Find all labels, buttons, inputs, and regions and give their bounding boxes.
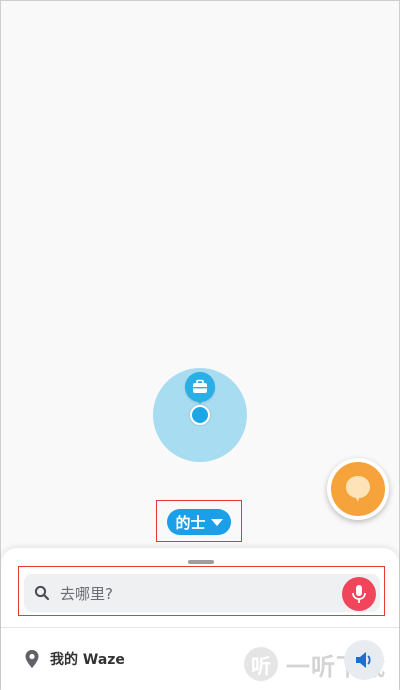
marker-tail <box>193 396 207 404</box>
voice-search-button[interactable] <box>342 577 376 611</box>
report-button[interactable] <box>327 458 389 520</box>
sound-settings-button[interactable] <box>344 640 384 680</box>
search-icon <box>34 585 50 605</box>
my-waze-button[interactable]: 我的 Waze <box>24 647 125 671</box>
location-pin-icon <box>25 650 39 668</box>
sheet-drag-handle[interactable] <box>188 560 214 564</box>
vehicle-type-label: 的士 <box>175 513 206 532</box>
my-waze-label: 我的 Waze <box>50 652 125 668</box>
report-bubble-icon <box>346 476 370 502</box>
speaker-icon <box>356 652 371 668</box>
current-location-dot <box>190 405 210 425</box>
watermark-logo: 听 <box>244 647 278 681</box>
briefcase-icon <box>193 379 207 393</box>
microphone-icon <box>352 585 366 603</box>
caret-down-icon <box>210 519 223 526</box>
search-input[interactable]: 去哪里? <box>24 574 380 612</box>
sheet-divider <box>1 627 399 628</box>
vehicle-type-selector[interactable]: 的士 <box>167 509 231 535</box>
search-placeholder: 去哪里? <box>60 585 113 603</box>
